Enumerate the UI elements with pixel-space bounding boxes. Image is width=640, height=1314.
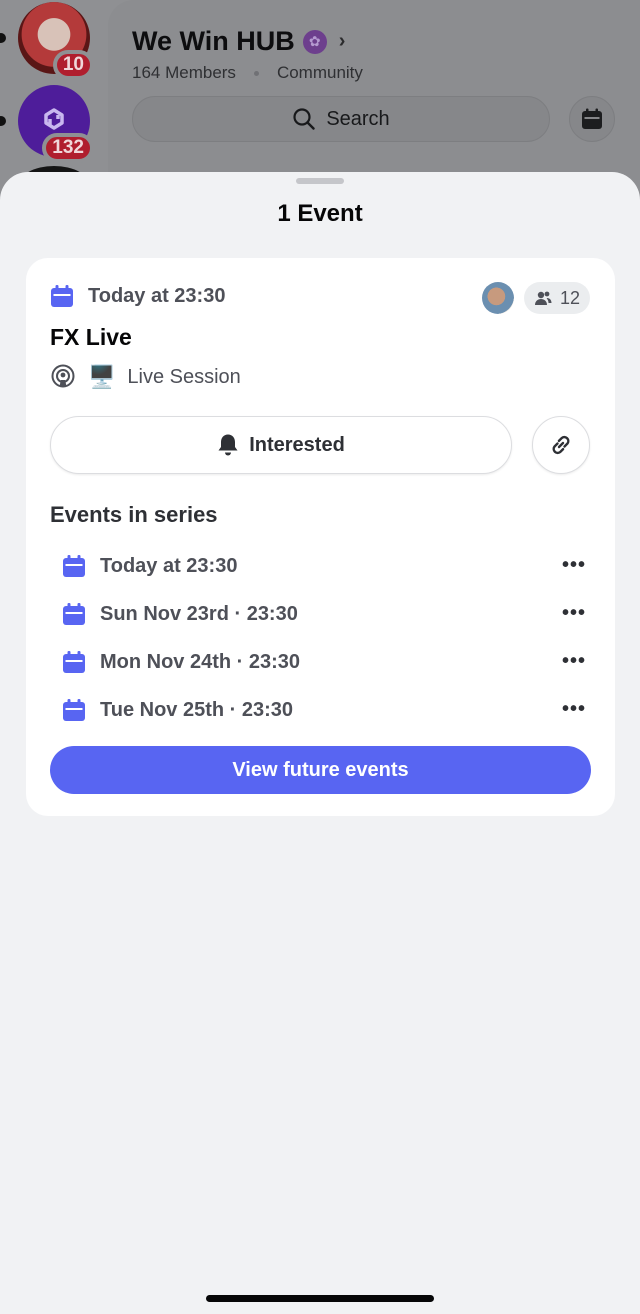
more-options-icon[interactable]: ••• (562, 698, 586, 721)
series-date: Tue Nov 25th · 23:30 (100, 698, 294, 721)
list-item[interactable]: Mon Nov 24th · 23:30 ••• (62, 638, 586, 686)
list-item[interactable]: Sun Nov 23rd · 23:30 ••• (62, 590, 586, 638)
mention-badge: 10 (52, 50, 94, 80)
event-time: Today at 23:30 (88, 284, 226, 307)
sheet-title: 1 Event (277, 200, 363, 227)
event-time-row: Today at 23:30 (50, 284, 225, 308)
series-date: Mon Nov 24th · 23:30 (100, 650, 301, 673)
attendee-count: 12 (559, 287, 581, 308)
more-options-icon[interactable]: ••• (562, 602, 586, 625)
copy-link-button[interactable] (532, 416, 590, 474)
location-label: Live Session (127, 365, 241, 388)
stage-broadcast-icon (51, 364, 75, 388)
calendar-icon (63, 699, 85, 721)
chevron-right-icon: › (338, 30, 346, 52)
unread-indicator (0, 116, 6, 126)
interested-count[interactable]: 12 (524, 282, 590, 314)
server-rail: 10 132 (0, 0, 108, 206)
interested-button[interactable]: Interested (50, 416, 512, 474)
view-future-events-button[interactable]: View future events (50, 746, 591, 794)
mention-badge: 132 (42, 133, 94, 163)
series-date: Sun Nov 23rd · 23:30 (100, 602, 298, 625)
event-location: 🖥️ Live Session (50, 364, 241, 390)
calendar-icon (582, 108, 602, 129)
server-icon-2[interactable]: 132 (18, 85, 94, 163)
calendar-icon (63, 651, 85, 673)
event-card: Today at 23:30 12 FX Live 🖥️ Live Sessio… (26, 258, 615, 816)
guild-subtitle: 164 Members Community (132, 63, 363, 83)
separator-dot (253, 70, 259, 76)
event-sheet: 1 Event Today at 23:30 12 FX Live 🖥️ Liv… (0, 172, 640, 1314)
interested-label: Interested (249, 433, 345, 456)
series-heading: Events in series (50, 502, 218, 527)
desktop-computer-icon: 🖥️ (88, 364, 116, 389)
guild-name: We Win HUB (132, 26, 295, 56)
event-name: FX Live (50, 324, 132, 350)
guild-title[interactable]: We Win HUB ✿ › (132, 26, 345, 57)
list-item[interactable]: Today at 23:30 ••• (62, 542, 586, 590)
home-indicator (206, 1295, 434, 1302)
calendar-icon (63, 555, 85, 577)
series-date: Today at 23:30 (100, 554, 238, 577)
series-list: Today at 23:30 ••• Sun Nov 23rd · 23:30 … (62, 542, 586, 734)
sheet-grabber[interactable] (296, 178, 344, 184)
link-icon (552, 435, 570, 455)
search-icon (293, 108, 316, 130)
more-options-icon[interactable]: ••• (562, 650, 586, 673)
member-count: 164 Members (132, 63, 236, 82)
guild-type: Community (276, 63, 363, 82)
search-label: Search (326, 107, 390, 130)
server-icon-1[interactable]: 10 (18, 2, 94, 80)
events-button[interactable] (569, 96, 615, 142)
calendar-icon (51, 285, 73, 307)
more-options-icon[interactable]: ••• (562, 554, 586, 577)
calendar-icon (63, 603, 85, 625)
unread-indicator (0, 33, 6, 43)
search-button[interactable]: Search (132, 96, 550, 142)
people-icon (534, 291, 552, 305)
attendee-avatar[interactable] (482, 282, 514, 314)
list-item[interactable]: Tue Nov 25th · 23:30 ••• (62, 686, 586, 734)
community-badge-icon: ✿ (302, 29, 327, 54)
bell-icon (218, 434, 238, 456)
